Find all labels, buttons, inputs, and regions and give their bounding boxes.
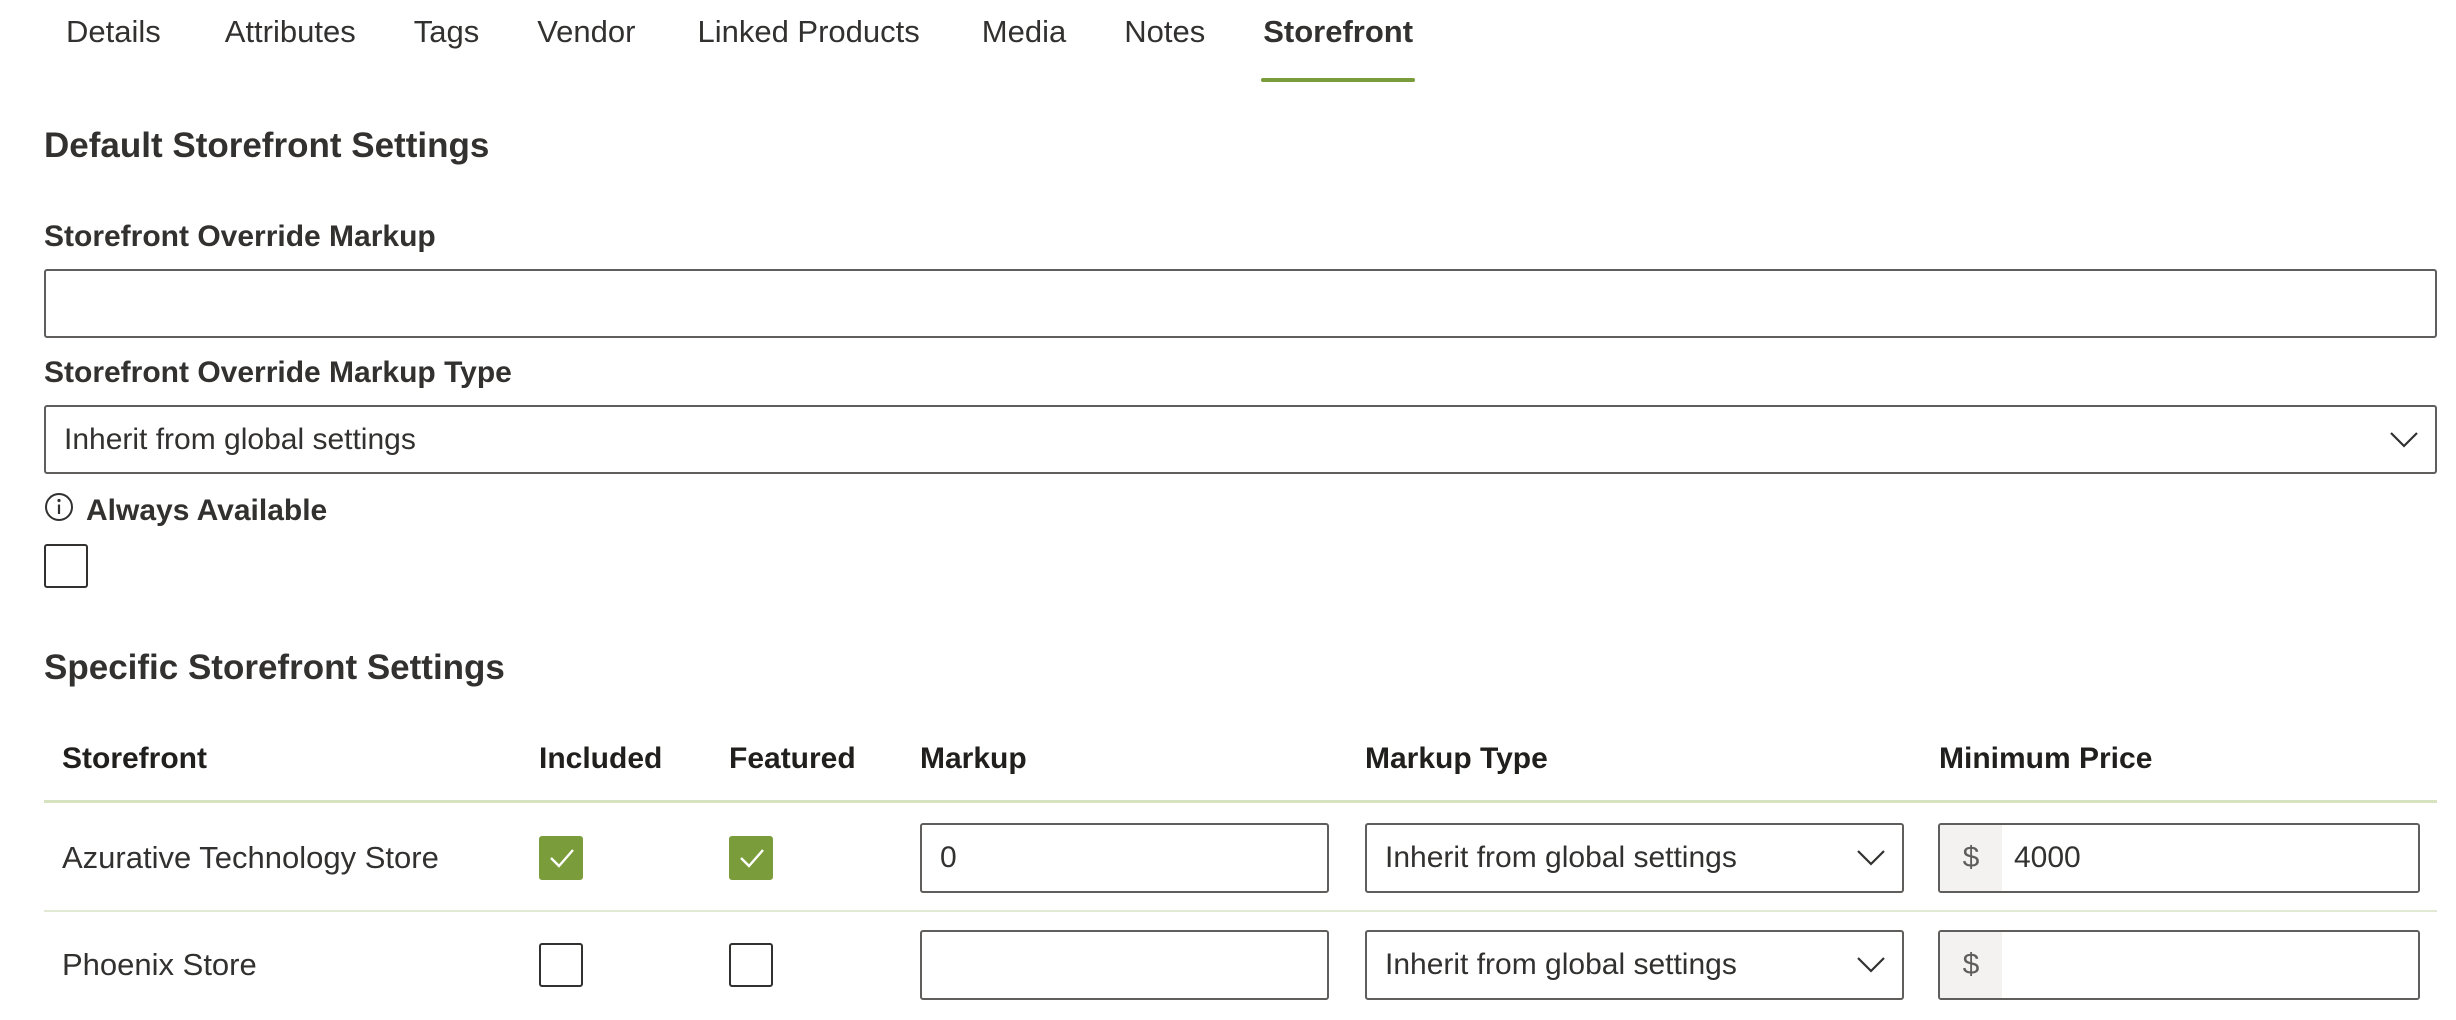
- storefront-name: Azurative Technology Store: [62, 840, 439, 875]
- storefront-settings-page: Details Attributes Tags Vendor Linked Pr…: [0, 0, 2456, 1020]
- tab-media[interactable]: Media: [960, 0, 1088, 70]
- default-settings-title: Default Storefront Settings: [44, 126, 490, 165]
- override-markup-label: Storefront Override Markup: [44, 220, 436, 253]
- override-markup-input[interactable]: [44, 269, 2437, 338]
- specific-settings-title: Specific Storefront Settings: [44, 648, 505, 687]
- column-header-markup-type: Markup Type: [1365, 742, 1548, 775]
- column-header-included: Included: [539, 742, 663, 775]
- tab-attributes[interactable]: Attributes: [203, 0, 378, 70]
- tab-vendor[interactable]: Vendor: [515, 0, 657, 70]
- included-checkbox[interactable]: [539, 943, 583, 987]
- chevron-down-icon: [1857, 957, 1885, 973]
- info-icon[interactable]: [44, 492, 74, 522]
- tab-tags[interactable]: Tags: [392, 0, 501, 70]
- currency-prefix: $: [1940, 825, 2002, 891]
- minimum-price-field: $: [1938, 823, 2420, 893]
- override-markup-type-label: Storefront Override Markup Type: [44, 356, 512, 389]
- column-header-markup: Markup: [920, 742, 1027, 775]
- always-available-checkbox[interactable]: [44, 544, 88, 588]
- markup-input[interactable]: [920, 823, 1329, 893]
- column-header-storefront: Storefront: [62, 742, 207, 775]
- chevron-down-icon: [2390, 431, 2418, 448]
- column-header-minimum-price: Minimum Price: [1939, 742, 2153, 775]
- minimum-price-input[interactable]: [2002, 932, 2418, 998]
- checkmark-icon: [550, 849, 574, 868]
- tab-storefront[interactable]: Storefront: [1241, 0, 1435, 82]
- markup-type-value: Inherit from global settings: [1385, 841, 1737, 874]
- markup-type-select[interactable]: Inherit from global settings: [1365, 930, 1904, 1000]
- tab-details[interactable]: Details: [44, 0, 183, 70]
- featured-checkbox[interactable]: [729, 836, 773, 880]
- override-markup-type-select[interactable]: Inherit from global settings: [44, 405, 2437, 474]
- featured-checkbox[interactable]: [729, 943, 773, 987]
- storefront-name: Phoenix Store: [62, 947, 257, 982]
- column-header-featured: Featured: [729, 742, 856, 775]
- override-markup-type-value: Inherit from global settings: [64, 422, 416, 456]
- minimum-price-input[interactable]: [2002, 825, 2418, 891]
- markup-type-select[interactable]: Inherit from global settings: [1365, 823, 1904, 893]
- row-divider: [44, 910, 2437, 912]
- always-available-label: Always Available: [86, 494, 328, 527]
- tab-notes[interactable]: Notes: [1102, 0, 1227, 70]
- checkmark-icon: [740, 849, 764, 868]
- table-header-divider: [44, 800, 2437, 803]
- markup-type-value: Inherit from global settings: [1385, 948, 1737, 981]
- markup-input[interactable]: [920, 930, 1329, 1000]
- chevron-down-icon: [1857, 850, 1885, 866]
- tab-bar: Details Attributes Tags Vendor Linked Pr…: [44, 0, 1435, 84]
- currency-prefix: $: [1940, 932, 2002, 998]
- included-checkbox[interactable]: [539, 836, 583, 880]
- tab-linked-products[interactable]: Linked Products: [675, 0, 941, 70]
- minimum-price-field: $: [1938, 930, 2420, 1000]
